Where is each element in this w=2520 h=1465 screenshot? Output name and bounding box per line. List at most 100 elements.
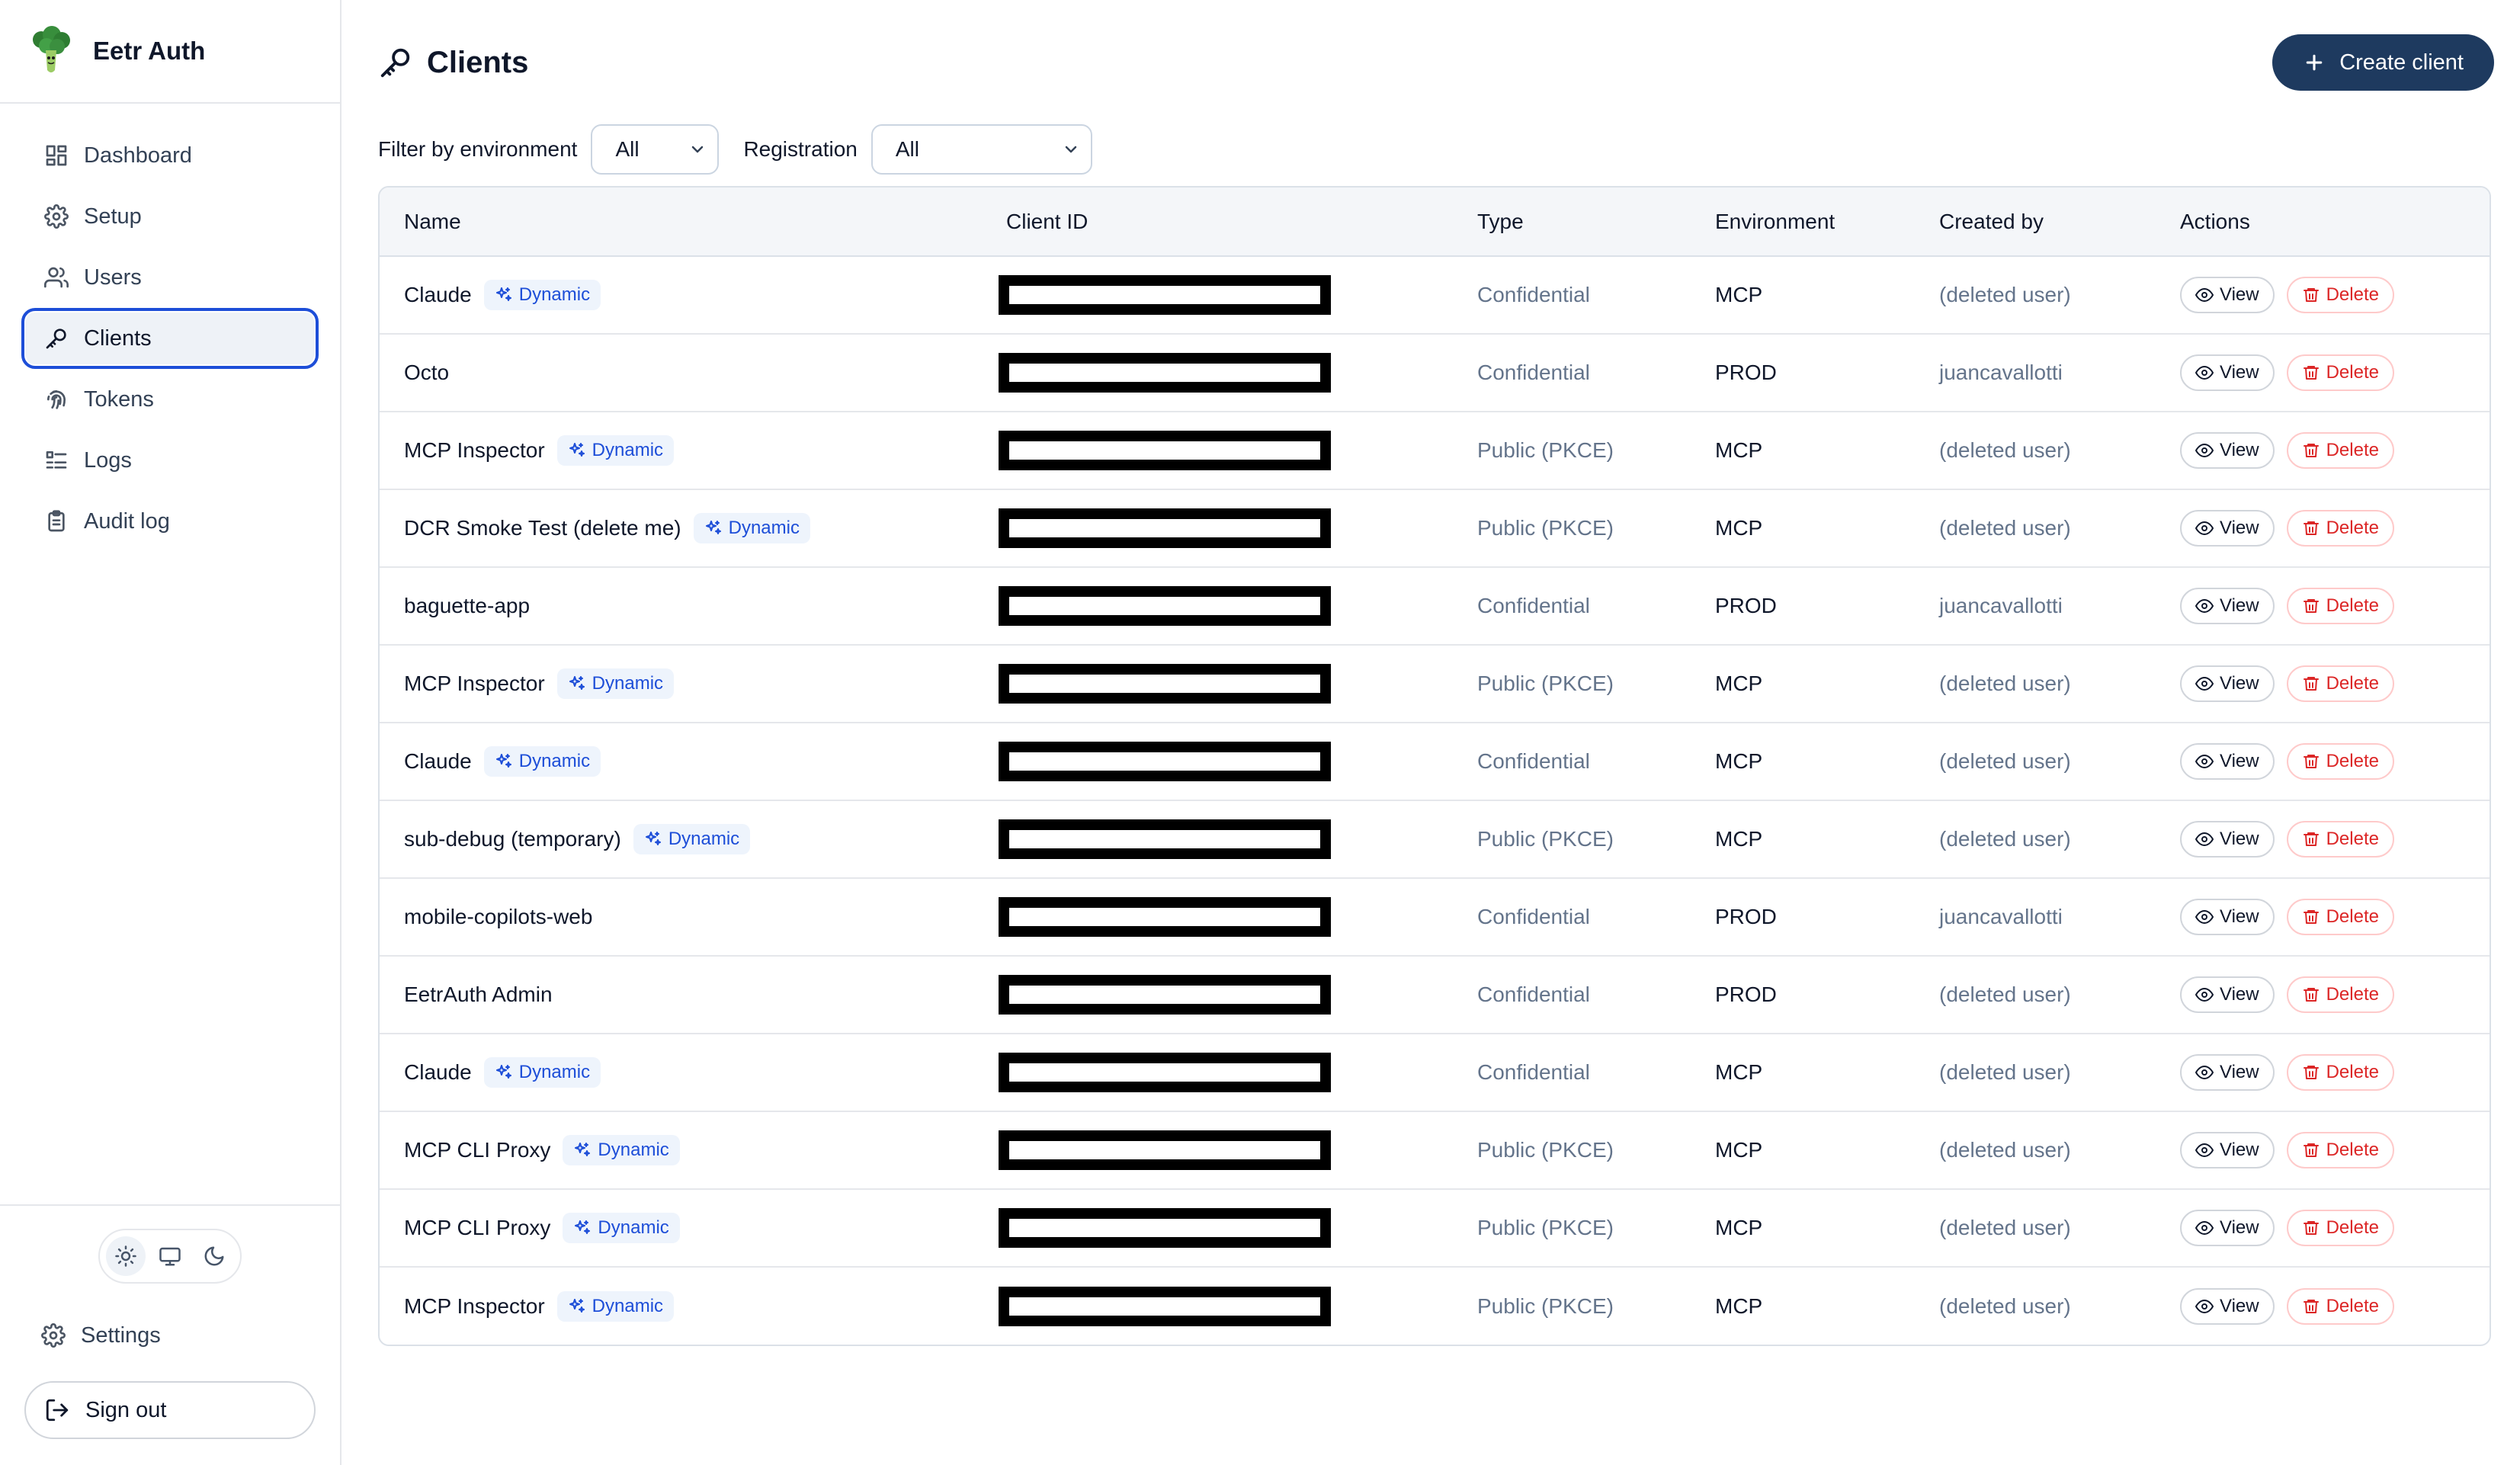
sidebar: Eetr Auth Dashboard Setup Users Clients … [0, 0, 341, 1465]
client-environment: MCP [1691, 1033, 1915, 1111]
view-button[interactable]: View [2180, 1210, 2275, 1246]
table-row[interactable]: MCP CLI Proxy Dynamic Public (PKCE) MCP … [380, 1188, 2490, 1267]
sidebar-item-tokens[interactable]: Tokens [21, 369, 319, 430]
view-button[interactable]: View [2180, 1132, 2275, 1168]
plus-icon [2306, 54, 2323, 71]
view-button[interactable]: View [2180, 588, 2275, 624]
registration-filter-select[interactable]: All [870, 124, 1092, 175]
trash-icon [2303, 832, 2319, 846]
table-row[interactable]: mobile-copilots-web Confidential PROD ju… [380, 877, 2490, 956]
delete-button[interactable]: Delete [2286, 277, 2394, 313]
actions-cell: View Delete [2156, 644, 2490, 723]
client-name: MCP CLI Proxy [404, 1138, 551, 1162]
sun-icon [115, 1245, 136, 1267]
view-button[interactable]: View [2180, 821, 2275, 858]
view-button[interactable]: View [2180, 976, 2275, 1013]
create-client-button[interactable]: Create client [2272, 34, 2494, 91]
view-button[interactable]: View [2180, 1287, 2275, 1325]
name-cell: MCP CLI Proxy Dynamic [380, 1111, 982, 1189]
trash-icon [2303, 910, 2319, 924]
view-button[interactable]: View [2180, 432, 2275, 469]
redacted-client-id [999, 897, 1331, 937]
delete-label: Delete [2326, 751, 2379, 771]
column-header-client-id[interactable]: Client ID [982, 188, 1453, 257]
view-button[interactable]: View [2180, 277, 2275, 313]
title-wrap: Clients [378, 45, 528, 80]
theme-system-button[interactable] [150, 1236, 190, 1276]
table-row[interactable]: Claude Dynamic Confidential MCP (deleted… [380, 1033, 2490, 1111]
sidebar-item-logs[interactable]: Logs [21, 430, 319, 491]
table-row[interactable]: sub-debug (temporary) Dynamic Public (PK… [380, 800, 2490, 878]
delete-button[interactable]: Delete [2286, 1210, 2394, 1246]
view-button[interactable]: View [2180, 510, 2275, 547]
theme-dark-button[interactable] [194, 1236, 234, 1276]
delete-button[interactable]: Delete [2286, 821, 2394, 858]
client-name: Octo [404, 361, 450, 384]
view-button[interactable]: View [2180, 1054, 2275, 1091]
delete-button[interactable]: Delete [2286, 1132, 2394, 1168]
trash-icon [2303, 1221, 2319, 1235]
sign-out-button[interactable]: Sign out [24, 1381, 316, 1439]
column-header-name[interactable]: Name [380, 188, 982, 257]
delete-button[interactable]: Delete [2286, 1287, 2394, 1325]
view-button[interactable]: View [2180, 354, 2275, 391]
client-id-cell [982, 1033, 1453, 1111]
delete-button[interactable]: Delete [2286, 743, 2394, 780]
table-row[interactable]: MCP Inspector Dynamic Public (PKCE) MCP … [380, 411, 2490, 489]
delete-button[interactable]: Delete [2286, 588, 2394, 624]
sidebar-item-label: Users [84, 264, 142, 290]
delete-button[interactable]: Delete [2286, 354, 2394, 391]
sidebar-item-users[interactable]: Users [21, 247, 319, 308]
sidebar-item-setup[interactable]: Setup [21, 186, 319, 247]
client-type: Confidential [1453, 566, 1691, 645]
eye-icon [2195, 1143, 2214, 1157]
table-row[interactable]: EetrAuth Admin Confidential PROD (delete… [380, 955, 2490, 1034]
environment-filter-select[interactable]: All [591, 124, 720, 175]
client-environment: MCP [1715, 283, 1763, 306]
settings-label: Settings [81, 1322, 161, 1348]
client-created-by: (deleted user) [1915, 1266, 2156, 1345]
dynamic-badge: Dynamic [556, 668, 675, 699]
delete-button[interactable]: Delete [2286, 665, 2394, 702]
delete-button[interactable]: Delete [2286, 976, 2394, 1013]
delete-button[interactable]: Delete [2286, 432, 2394, 469]
theme-light-button[interactable] [106, 1236, 146, 1276]
client-environment: PROD [1691, 566, 1915, 645]
client-id-cell [982, 877, 1453, 956]
monitor-icon [159, 1247, 181, 1266]
column-header-created-by[interactable]: Created by [1915, 188, 2156, 257]
table-row[interactable]: Claude Dynamic Confidential MCP (deleted… [380, 256, 2490, 334]
column-header-environment[interactable]: Environment [1691, 188, 1915, 257]
column-header-type[interactable]: Type [1453, 188, 1691, 257]
sidebar-item-audit-log[interactable]: Audit log [21, 491, 319, 552]
sidebar-item-dashboard[interactable]: Dashboard [21, 125, 319, 186]
dynamic-badge: Dynamic [556, 435, 675, 466]
table-row[interactable]: MCP CLI Proxy Dynamic Public (PKCE) MCP … [380, 1111, 2490, 1189]
table-row[interactable]: MCP Inspector Dynamic Public (PKCE) MCP … [380, 1266, 2490, 1345]
client-environment: PROD [1691, 877, 1915, 956]
filter-bar: Filter by environment All Registration A… [378, 123, 2494, 175]
table-header-row: Name Client ID Type Environment Created … [380, 188, 2490, 257]
redacted-client-id [999, 275, 1331, 315]
dynamic-badge-label: Dynamic [598, 1140, 669, 1160]
delete-button[interactable]: Delete [2286, 1054, 2394, 1091]
fingerprint-icon [46, 390, 66, 409]
delete-label: Delete [2326, 829, 2379, 849]
view-button[interactable]: View [2180, 899, 2275, 935]
view-button[interactable]: View [2180, 743, 2275, 780]
table-row[interactable]: baguette-app Confidential PROD juancaval… [380, 566, 2490, 645]
table-row[interactable]: DCR Smoke Test (delete me) Dynamic Publi… [380, 489, 2490, 567]
table-row[interactable]: Claude Dynamic Confidential MCP (deleted… [380, 722, 2490, 800]
table-row[interactable]: Octo Confidential PROD juancavallotti Vi… [380, 333, 2490, 412]
delete-label: Delete [2326, 1140, 2379, 1160]
redacted-client-id [999, 664, 1331, 704]
sidebar-item-settings[interactable]: Settings [24, 1314, 316, 1357]
actions-cell: View Delete [2156, 256, 2490, 334]
name-cell: Claude Dynamic [380, 1033, 982, 1111]
client-id-cell [982, 722, 1453, 800]
view-button[interactable]: View [2180, 665, 2275, 702]
delete-button[interactable]: Delete [2286, 510, 2394, 547]
sidebar-item-clients[interactable]: Clients [21, 308, 319, 369]
table-row[interactable]: MCP Inspector Dynamic Public (PKCE) MCP … [380, 644, 2490, 723]
delete-button[interactable]: Delete [2286, 899, 2394, 935]
